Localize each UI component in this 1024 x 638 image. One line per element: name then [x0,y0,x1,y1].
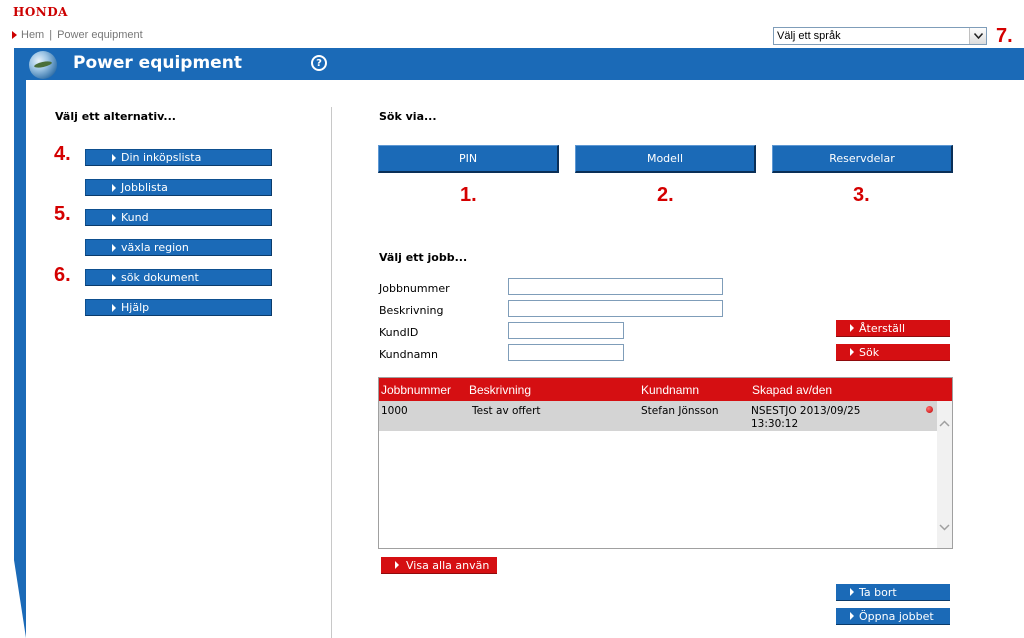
arrow-right-icon [395,561,399,569]
search-by-model-button[interactable]: Modell [575,145,756,173]
arrow-right-icon [112,213,116,222]
menu-button-label: växla region [121,241,189,254]
customer-id-input[interactable] [508,322,624,339]
column-header-customer-name[interactable]: Kundnamn [641,383,699,397]
column-divider [331,107,332,638]
arrow-right-icon [112,183,116,192]
menu-button-help[interactable]: Hjälp [85,299,272,316]
open-job-button-label: Öppna jobbet [859,609,934,623]
table-row[interactable]: 1000 Test av offert Stefan Jönsson NSEST… [379,401,937,431]
menu-button-job-list[interactable]: Jobblista [85,179,272,196]
marker-6: 6. [54,264,71,286]
marker-5: 5. [54,203,71,225]
arrow-right-icon [850,348,854,356]
description-label: Beskrivning [379,304,444,317]
search-button[interactable]: Sök [836,344,950,361]
status-dot-icon [926,406,933,413]
marker-3: 3. [853,184,870,206]
honda-logo[interactable]: HONDA [13,5,68,19]
left-stripe [14,80,26,560]
cell-job-number: 1000 [381,405,408,417]
menu-button-label: Hjälp [121,301,150,314]
menu-button-label: Jobblista [121,181,168,194]
breadcrumb-current-link[interactable]: Power equipment [57,29,143,41]
column-header-created[interactable]: Skapad av/den [752,383,832,397]
cell-created-line1: NSESTJO 2013/09/25 [751,405,861,417]
search-section-title: Sök via... [379,110,437,123]
globe-icon [29,51,57,79]
jobs-section-title: Välj ett jobb... [379,251,468,264]
page: HONDA Hem | Power equipment Välj ett spr… [0,0,1024,638]
cell-created: NSESTJO 2013/09/25 13:30:12 [751,405,860,431]
column-header-description[interactable]: Beskrivning [469,383,531,397]
breadcrumb-separator: | [49,29,53,41]
page-title: Power equipment [73,53,242,73]
column-header-job-number[interactable]: Jobbnummer [381,383,451,397]
cell-description: Test av offert [472,405,541,417]
chevron-down-icon[interactable] [969,28,986,44]
menu-button-search-documents[interactable]: sök dokument [85,269,272,286]
breadcrumb: Hem | Power equipment [12,29,143,41]
job-number-input[interactable] [508,278,723,295]
menu-button-customer[interactable]: Kund [85,209,272,226]
customer-name-label: Kundnamn [379,348,438,361]
language-select-value: Välj ett språk [777,30,841,42]
jobs-table-header: Jobbnummer Beskrivning Kundnamn Skapad a… [379,378,952,401]
arrow-right-icon [850,612,854,620]
breadcrumb-home-link[interactable]: Hem [21,29,44,41]
arrow-right-icon [112,273,116,282]
customer-name-input[interactable] [508,344,624,361]
menu-button-label: Din inköpslista [121,151,202,164]
cell-customer-name: Stefan Jönsson [641,405,719,417]
help-icon[interactable]: ? [311,55,327,71]
arrow-right-icon [850,324,854,332]
arrow-right-icon [112,153,116,162]
language-select[interactable]: Välj ett språk [773,27,987,45]
arrow-right-icon [112,303,116,312]
show-all-users-button[interactable]: Visa alla använ [381,557,497,574]
jobs-table: Jobbnummer Beskrivning Kundnamn Skapad a… [378,377,953,549]
marker-4: 4. [54,143,71,165]
table-scrollbar[interactable] [937,401,952,548]
marker-2: 2. [657,184,674,206]
menu-button-switch-region[interactable]: växla region [85,239,272,256]
marker-7: 7. [996,25,1013,47]
customer-id-label: KundID [379,326,419,339]
reset-button[interactable]: Återställ [836,320,950,337]
show-all-users-label: Visa alla använ [406,558,490,572]
chevron-up-icon[interactable] [938,417,951,429]
chevron-down-icon[interactable] [938,521,951,533]
search-by-parts-button[interactable]: Reservdelar [772,145,953,173]
reset-button-label: Återställ [859,321,906,335]
open-job-button[interactable]: Öppna jobbet [836,608,950,625]
delete-button-label: Ta bort [859,585,897,599]
left-stripe-tail [14,560,26,638]
search-button-label: Sök [859,345,880,359]
cell-created-line2: 13:30:12 [751,418,799,430]
arrow-right-icon [850,588,854,596]
menu-button-purchase-list[interactable]: Din inköpslista [85,149,272,166]
breadcrumb-arrow-icon [12,31,17,39]
marker-1: 1. [460,184,477,206]
menu-button-label: sök dokument [121,271,199,284]
menu-button-label: Kund [121,211,149,224]
delete-button[interactable]: Ta bort [836,584,950,601]
job-number-label: Jobbnummer [379,282,450,295]
arrow-right-icon [112,243,116,252]
left-section-title: Välj ett alternativ... [55,110,176,123]
search-by-pin-button[interactable]: PIN [378,145,559,173]
description-input[interactable] [508,300,723,317]
